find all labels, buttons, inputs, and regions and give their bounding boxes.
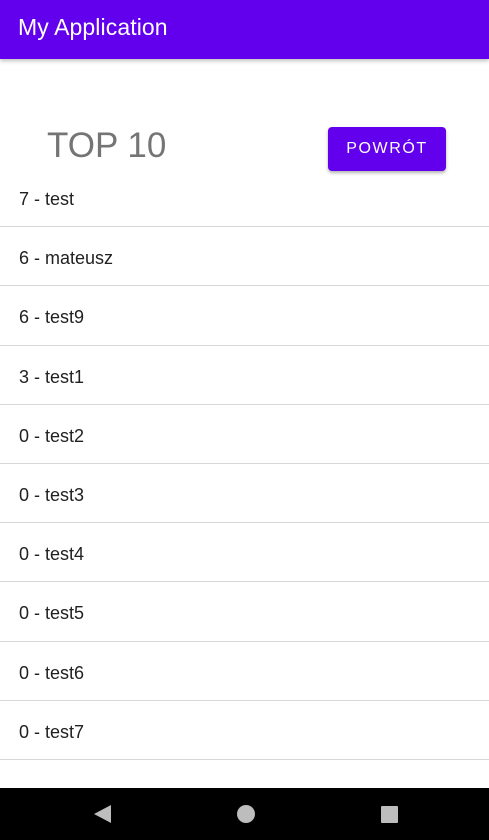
- list-item[interactable]: 0 - test4: [0, 523, 489, 583]
- back-button[interactable]: POWRÓT: [328, 127, 446, 171]
- list-item[interactable]: 3 - test1: [0, 346, 489, 405]
- list-item[interactable]: 0 - test7: [0, 701, 489, 760]
- recents-icon: [380, 805, 398, 823]
- home-nav-button[interactable]: [216, 788, 276, 840]
- list-item-text: 0 - test3: [19, 484, 85, 505]
- list-item-text: 0 - test2: [19, 425, 85, 446]
- system-nav-bar: [0, 788, 489, 840]
- list-item-text: 7 - test: [19, 189, 75, 209]
- list-item-text: 6 - mateusz: [19, 248, 114, 269]
- home-icon: [237, 805, 255, 823]
- list-item[interactable]: 0 - test5: [0, 582, 489, 642]
- list-item-text: 0 - test6: [19, 662, 85, 683]
- list-item[interactable]: 0 - test6: [0, 642, 489, 701]
- score-list: 7 - test 6 - mateusz 6 - test9 3 - test1…: [0, 168, 489, 760]
- recents-nav-button[interactable]: [359, 788, 419, 840]
- leaderboard-title: TOP 10: [47, 126, 167, 165]
- back-nav-button[interactable]: [72, 788, 132, 840]
- list-item[interactable]: 0 - test3: [0, 464, 489, 524]
- list-item[interactable]: 7 - test: [0, 168, 489, 228]
- app-screen: My Application TOP 10 POWRÓT 7 - test 6 …: [0, 0, 489, 840]
- list-item-text: 6 - test9: [19, 307, 85, 328]
- back-icon: [93, 805, 111, 823]
- list-item-text: 0 - test4: [19, 544, 85, 565]
- list-item-text: 0 - test5: [19, 603, 85, 624]
- app-title: My Application: [18, 14, 168, 40]
- list-item[interactable]: 0 - test2: [0, 405, 489, 464]
- list-item-text: 0 - test7: [19, 721, 85, 742]
- list-item[interactable]: 6 - test9: [0, 286, 489, 346]
- list-item-text: 3 - test1: [19, 366, 85, 387]
- app-bar: My Application: [0, 0, 489, 59]
- list-item[interactable]: 6 - mateusz: [0, 227, 489, 287]
